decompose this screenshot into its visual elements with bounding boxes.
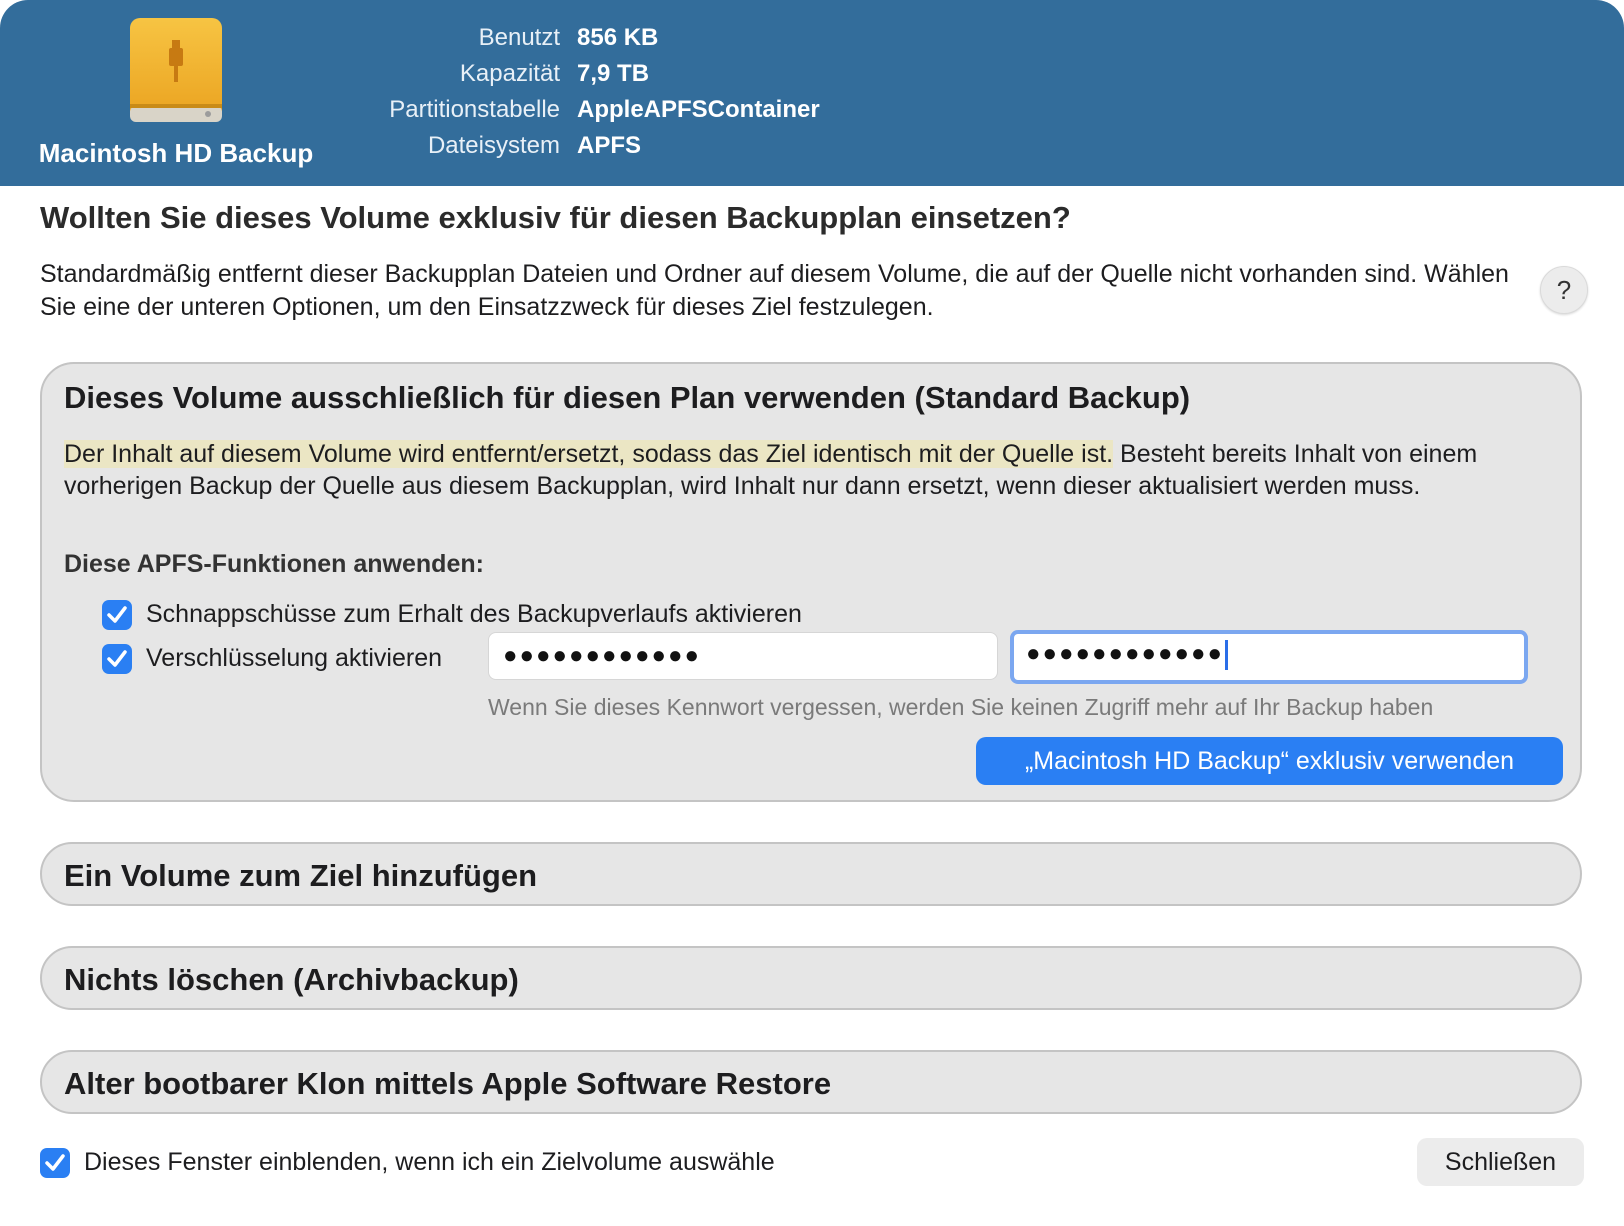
option-standard-backup[interactable]: Dieses Volume ausschließlich für diesen … [40,362,1582,802]
info-value: 856 KB [577,24,659,51]
show-window-checkbox[interactable] [40,1148,70,1178]
checkmark-icon [107,606,127,623]
option-title: Nichts löschen (Archivbackup) [64,962,519,997]
info-key: Partitionstabelle [389,96,560,123]
intro-text: Standardmäßig entfernt dieser Backupplan… [40,260,1509,321]
info-key: Kapazität [459,60,560,87]
info-row-partition-table: Partitionstabelle AppleAPFSContainer [300,96,1300,130]
checkmark-icon [107,650,127,667]
encryption-label: Verschlüsselung aktivieren [146,644,442,672]
text-caret [1224,639,1228,670]
option-archive-backup[interactable]: Nichts löschen (Archivbackup) [40,946,1582,1010]
snapshots-checkbox[interactable] [102,600,132,630]
help-button[interactable]: ? [1540,266,1588,314]
option-add-volume[interactable]: Ein Volume zum Ziel hinzufügen [40,842,1582,906]
checkmark-icon [45,1154,65,1171]
password-confirm-value: ●●●●●●●●●●●● [1026,640,1224,667]
apfs-features-label: Diese APFS-Funktionen anwenden: [64,550,484,578]
info-row-used: Benutzt 856 KB [300,24,1300,58]
option-title: Alter bootbarer Klon mittels Apple Softw… [64,1066,832,1101]
info-value: AppleAPFSContainer [577,96,820,123]
encryption-checkbox[interactable] [102,644,132,674]
info-key: Dateisystem [427,132,560,159]
password-hint: Wenn Sie dieses Kennwort vergessen, werd… [488,694,1434,720]
dialog-window: Macintosh HD Backup Benutzt 856 KB Kapaz… [0,0,1624,1226]
show-window-label: Dieses Fenster einblenden, wenn ich ein … [84,1148,775,1176]
volume-header: Macintosh HD Backup Benutzt 856 KB Kapaz… [0,0,1624,186]
dialog-title: Wollten Sie dieses Volume exklusiv für d… [40,200,1071,235]
info-value: 7,9 TB [577,60,650,87]
snapshots-label: Schnappschüsse zum Erhalt des Backupverl… [146,600,802,628]
info-row-filesystem: Dateisystem APFS [300,132,1300,166]
highlighted-warning: Der Inhalt auf diesem Volume wird entfer… [64,440,1114,468]
info-key: Benutzt [478,24,560,51]
password-confirm-field[interactable]: ●●●●●●●●●●●● [1010,630,1528,684]
option-legacy-bootable-clone[interactable]: Alter bootbarer Klon mittels Apple Softw… [40,1050,1582,1114]
info-row-capacity: Kapazität 7,9 TB [300,60,1300,94]
info-value: APFS [577,132,642,159]
password-field[interactable]: ●●●●●●●●●●●● [488,632,998,680]
option-title: Ein Volume zum Ziel hinzufügen [64,858,538,893]
external-drive-icon [130,18,222,122]
option-description: Der Inhalt auf diesem Volume wird entfer… [64,438,1564,502]
close-button[interactable]: Schließen [1417,1138,1584,1186]
use-exclusively-button[interactable]: „Macintosh HD Backup“ exklusiv verwenden [976,737,1563,785]
option-title: Dieses Volume ausschließlich für diesen … [64,380,1191,415]
